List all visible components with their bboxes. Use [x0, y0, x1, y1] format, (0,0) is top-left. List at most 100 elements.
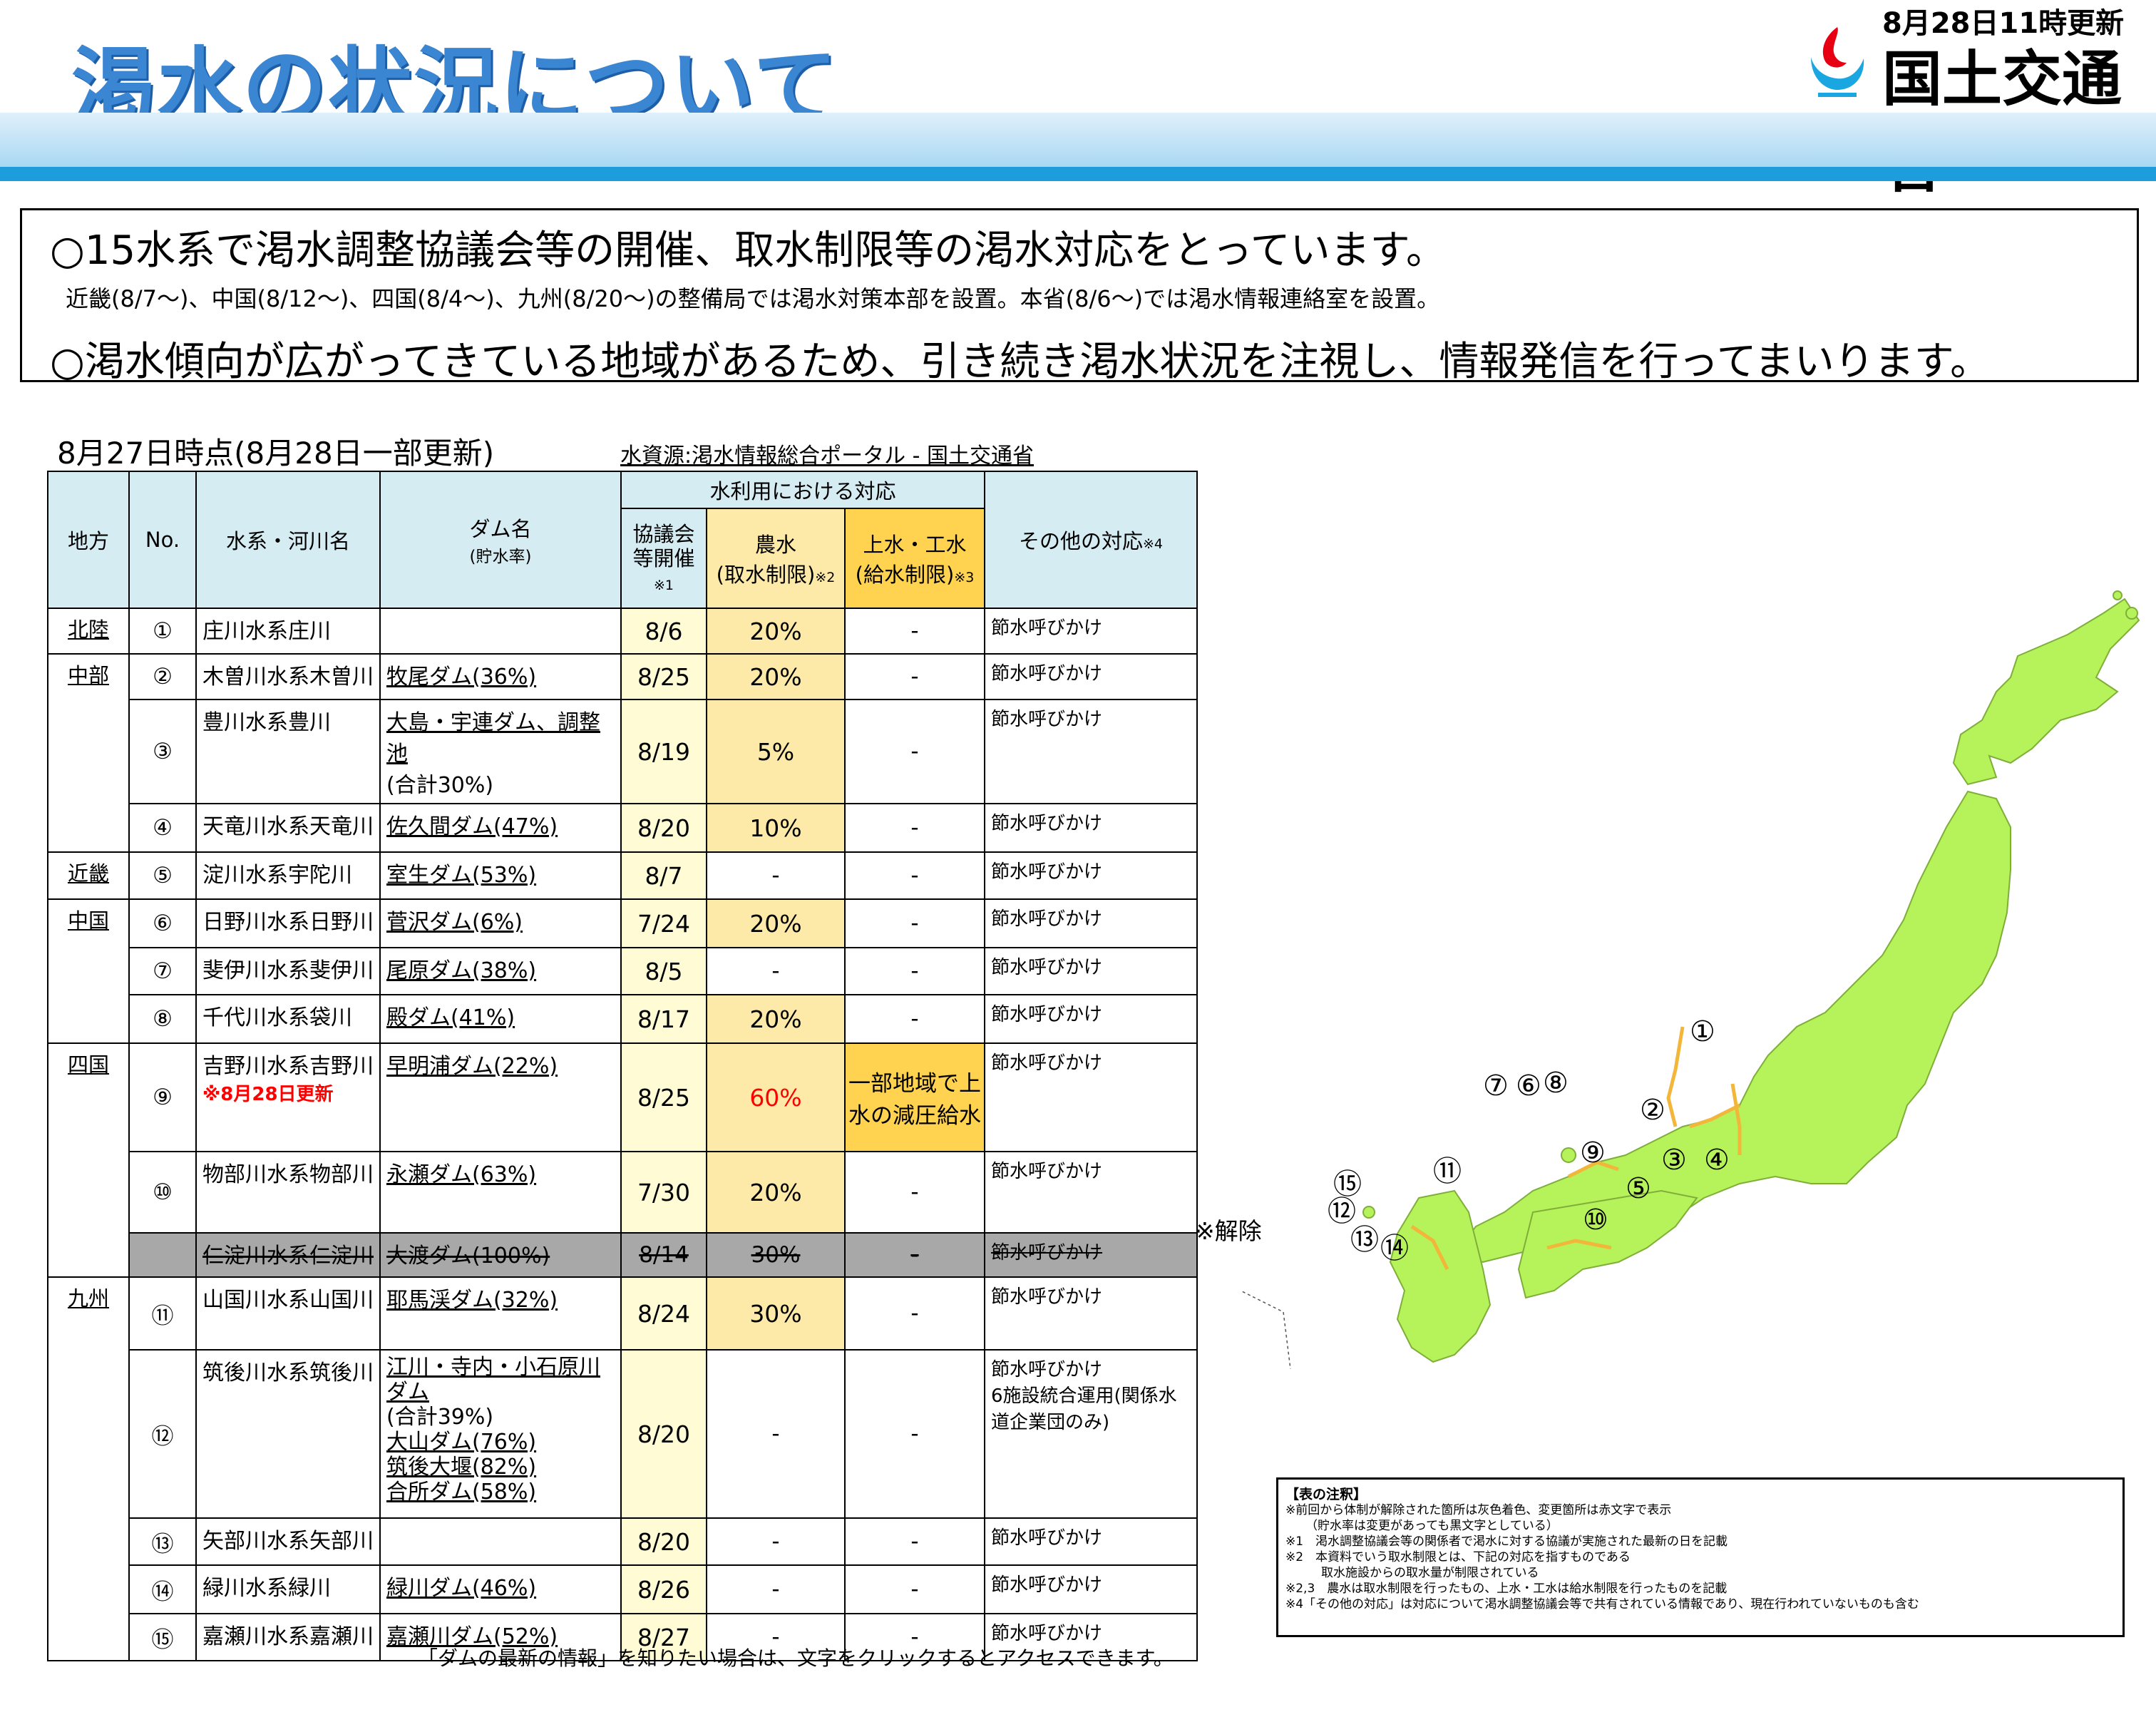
- dam-link[interactable]: 佐久間ダム(47%): [386, 814, 558, 839]
- supply-restriction: -: [844, 1564, 985, 1614]
- row-no: ①: [128, 608, 197, 655]
- table-row: 中国 ⑥ 日野川水系日野川 菅沢ダム(6%) 7/24 20% - 節水呼びかけ: [47, 898, 1198, 1044]
- region-chubu[interactable]: 中部: [47, 653, 130, 853]
- region-chugoku[interactable]: 中国: [47, 898, 130, 1044]
- dam-link[interactable]: 殿ダム(41%): [386, 1005, 515, 1030]
- supply-restriction: -: [844, 803, 985, 853]
- other-measure: 節水呼びかけ: [984, 994, 1198, 1044]
- river-name: 天竜川水系天竜川: [195, 803, 381, 853]
- map-marker-7: ⑦: [1483, 1070, 1509, 1102]
- dam-link[interactable]: 早明浦ダム(22%): [386, 1054, 558, 1079]
- notes-title: 【表の注釈】: [1285, 1487, 1367, 1502]
- map-marker-3: ③: [1661, 1144, 1687, 1177]
- council-date: 8/24: [620, 1276, 707, 1351]
- dam-link[interactable]: 大島・宇連ダム、調整池: [386, 704, 615, 767]
- row-no: ⑦: [128, 947, 197, 995]
- header-dam: ダム名 (貯水率): [379, 471, 622, 609]
- agri-restriction: -: [706, 851, 846, 900]
- row-no: ⑩: [128, 1151, 197, 1234]
- agri-restriction: 5%: [706, 699, 846, 804]
- table-row: ③ 豊川水系豊川 大島・宇連ダム、調整池 (合計30%) 8/19 5% - 節水…: [48, 699, 1198, 804]
- table-row: ⑭ 緑川水系緑川 緑川ダム(46%) 8/26 - - 節水呼びかけ: [48, 1564, 1198, 1614]
- portal-link[interactable]: 水資源:渇水情報総合ポータル - 国土交通省: [620, 438, 1034, 469]
- note-line: （貯水率は変更があっても黒文字としている）: [1305, 1519, 1559, 1533]
- header-river: 水系・河川名: [195, 471, 381, 609]
- map-marker-5: ⑤: [1626, 1172, 1651, 1205]
- other-measure: 節水呼びかけ: [984, 898, 1198, 948]
- dam-link[interactable]: 合所ダム(58%): [386, 1480, 615, 1505]
- map-marker-10: ⑩: [1583, 1204, 1608, 1236]
- other-measure-line: 6施設統合運用(関係水道企業団のみ): [991, 1385, 1177, 1433]
- region-hokuriku[interactable]: 北陸: [47, 608, 130, 655]
- supply-restriction: -: [844, 1276, 985, 1351]
- river-name: 日野川水系日野川: [195, 898, 381, 948]
- dam-link[interactable]: 菅沢ダム(6%): [386, 910, 523, 935]
- supply-restriction: -: [844, 1232, 985, 1278]
- header-agri-mark: ※2: [815, 570, 836, 585]
- river-name: 仁淀川水系仁淀川: [195, 1232, 381, 1278]
- agri-restriction: 10%: [706, 803, 846, 853]
- row-no: ⑨: [128, 1042, 197, 1152]
- supply-restriction: -: [844, 994, 985, 1044]
- council-date: 8/26: [620, 1564, 707, 1614]
- dam-link[interactable]: 江川・寺内・小石原川ダム: [386, 1355, 615, 1405]
- council-date: 7/30: [620, 1151, 707, 1234]
- supply-restriction: -: [844, 1349, 985, 1519]
- map-kyushu: [1389, 1189, 1492, 1363]
- other-measure: 節水呼びかけ: [984, 608, 1198, 655]
- dam-link[interactable]: 牧尾ダム(36%): [386, 665, 536, 690]
- note-line: 取水施設からの取水量が制限されている: [1321, 1566, 1539, 1580]
- agri-restriction: -: [706, 1349, 846, 1519]
- map-marker-8: ⑧: [1543, 1067, 1569, 1100]
- other-measure: 節水呼びかけ: [984, 1151, 1198, 1234]
- river-name-text: 吉野川水系吉野川: [202, 1054, 374, 1079]
- row-no: ⑥: [128, 898, 197, 948]
- river-name: 山国川水系山国川: [195, 1276, 381, 1351]
- dam-link[interactable]: 永瀬ダム(63%): [386, 1162, 536, 1187]
- other-measure: 節水呼びかけ: [984, 803, 1198, 853]
- map-marker-6: ⑥: [1516, 1070, 1541, 1102]
- dam-name: [379, 1517, 622, 1566]
- map-inset-line: [1241, 1290, 1291, 1370]
- table-row: ⑬ 矢部川水系矢部川 8/20 - - 節水呼びかけ: [48, 1517, 1198, 1566]
- council-date: 8/17: [620, 994, 707, 1044]
- update-note: ※8月28日更新: [202, 1084, 334, 1105]
- note-line: ※2 本資料でいう取水制限とは、下記の対応を指すものである: [1285, 1550, 1631, 1564]
- header-supply-label: 上水・工水: [863, 533, 967, 557]
- region-kyushu[interactable]: 九州: [47, 1276, 130, 1661]
- header-council-mark: ※1: [653, 578, 674, 593]
- agri-restriction: 20%: [706, 653, 846, 700]
- supply-restriction: -: [844, 1151, 985, 1234]
- dam-link[interactable]: 尾原ダム(38%): [386, 958, 536, 983]
- supply-restriction: 一部地域で上水の減圧給水: [844, 1042, 985, 1152]
- dam-link[interactable]: 室生ダム(53%): [386, 863, 536, 888]
- map-marker-9: ⑨: [1580, 1137, 1606, 1169]
- dam-link[interactable]: 大山ダム(76%): [386, 1430, 615, 1455]
- note-line: ※前回から体制が解除された箇所は灰色着色、変更箇所は赤文字で表示: [1285, 1503, 1672, 1517]
- agri-restriction: 20%: [706, 994, 846, 1044]
- other-measure: 節水呼びかけ: [984, 1232, 1198, 1278]
- map-island: [1561, 1147, 1576, 1163]
- council-date: 8/25: [620, 653, 707, 700]
- region-kinki[interactable]: 近畿: [47, 851, 130, 900]
- other-measure: 節水呼びかけ: [984, 1276, 1198, 1351]
- dam-link[interactable]: 筑後大堰(82%): [386, 1455, 615, 1480]
- region-shikoku[interactable]: 四国: [47, 1042, 130, 1278]
- header-supply: 上水・工水 (給水制限)※3: [844, 508, 985, 609]
- dam-link[interactable]: 耶馬渓ダム(32%): [386, 1288, 558, 1313]
- dam-link[interactable]: 緑川ダム(46%): [386, 1576, 536, 1601]
- dam-name[interactable]: 大渡ダム(100%): [379, 1232, 622, 1278]
- table-row-lifted: 仁淀川水系仁淀川 大渡ダム(100%) 8/14 30% - 節水呼びかけ: [48, 1232, 1198, 1278]
- river-name: 庄川水系庄川: [195, 608, 381, 655]
- map-marker-13: ⑬: [1350, 1224, 1379, 1256]
- summary-line-1: ○15水系で渇水調整協議会等の開催、取水制限等の渇水対応をとっています。: [50, 227, 1447, 274]
- river-name: 豊川水系豊川: [195, 699, 381, 804]
- agri-restriction: 60%: [706, 1042, 846, 1152]
- row-no: ⑭: [128, 1564, 197, 1614]
- table-row: ⑩ 物部川水系物部川 永瀬ダム(63%) 7/30 20% - 節水呼びかけ: [48, 1151, 1198, 1234]
- river-name: 嘉瀬川水系嘉瀬川: [195, 1613, 381, 1661]
- river-name: 物部川水系物部川: [195, 1151, 381, 1234]
- summary-line-3: ○渇水傾向が広がってきている地域があるため、引き続き渇水状況を注視し、情報発信を…: [50, 339, 1991, 385]
- map-island: [2113, 590, 2122, 600]
- notes-box: 【表の注釈】 ※前回から体制が解除された箇所は灰色着色、変更箇所は赤文字で表示 …: [1276, 1477, 2125, 1637]
